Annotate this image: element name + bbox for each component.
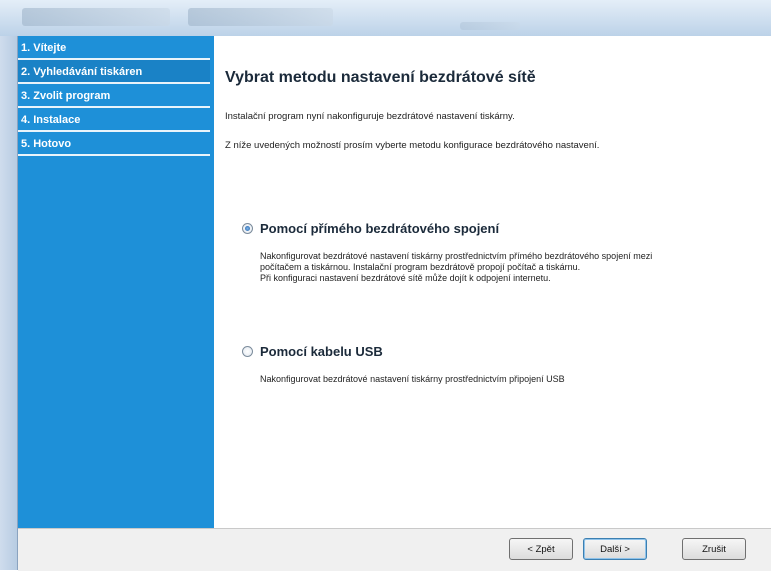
wizard-steps-sidebar: 1. Vítejte 2. Vyhledávání tiskáren 3. Zv… bbox=[18, 36, 214, 528]
blurred-title-text-3 bbox=[460, 22, 520, 30]
description-line: Při konfiguraci nastavení bezdrátové sít… bbox=[260, 273, 551, 283]
step-choose-program[interactable]: 3. Zvolit program bbox=[18, 84, 210, 108]
option-usb-cable[interactable]: Pomocí kabelu USB bbox=[242, 344, 383, 359]
button-bar bbox=[18, 528, 771, 571]
wizard-content: Vybrat metodu nastavení bezdrátové sítě … bbox=[215, 36, 771, 528]
step-printer-search[interactable]: 2. Vyhledávání tiskáren bbox=[18, 60, 210, 84]
description-line: počítačem a tiskárnou. Instalační progra… bbox=[260, 262, 581, 272]
description-line: Nakonfigurovat bezdrátové nastavení tisk… bbox=[260, 374, 565, 384]
option-label: Pomocí kabelu USB bbox=[260, 344, 383, 359]
option-description: Nakonfigurovat bezdrátové nastavení tisk… bbox=[260, 251, 760, 284]
radio-button-selected[interactable] bbox=[242, 223, 253, 234]
intro-text: Instalační program nyní nakonfiguruje be… bbox=[225, 111, 515, 122]
next-button[interactable]: Další > bbox=[583, 538, 647, 560]
blurred-title-text-2 bbox=[188, 8, 333, 26]
option-wireless-direct[interactable]: Pomocí přímého bezdrátového spojení bbox=[242, 221, 499, 236]
radio-button[interactable] bbox=[242, 346, 253, 357]
instruction-text: Z níže uvedených možností prosím vyberte… bbox=[225, 140, 600, 151]
step-label: 5. Hotovo bbox=[21, 138, 72, 150]
step-welcome[interactable]: 1. Vítejte bbox=[18, 36, 210, 60]
blurred-title-text bbox=[22, 8, 170, 26]
window-titlebar bbox=[0, 0, 771, 36]
option-label: Pomocí přímého bezdrátového spojení bbox=[260, 221, 500, 236]
cancel-button[interactable]: Zrušit bbox=[682, 538, 746, 560]
step-finish[interactable]: 5. Hotovo bbox=[18, 132, 210, 156]
back-button[interactable]: < Zpět bbox=[509, 538, 573, 560]
window-frame-left bbox=[0, 36, 18, 570]
page-title: Vybrat metodu nastavení bezdrátové sítě bbox=[225, 69, 536, 86]
step-label: 4. Instalace bbox=[21, 114, 81, 126]
description-line: Nakonfigurovat bezdrátové nastavení tisk… bbox=[260, 251, 653, 261]
step-label: 1. Vítejte bbox=[21, 42, 67, 54]
step-label: 3. Zvolit program bbox=[21, 90, 111, 102]
step-label: 2. Vyhledávání tiskáren bbox=[21, 66, 143, 78]
option-description: Nakonfigurovat bezdrátové nastavení tisk… bbox=[260, 374, 760, 385]
step-installation[interactable]: 4. Instalace bbox=[18, 108, 210, 132]
